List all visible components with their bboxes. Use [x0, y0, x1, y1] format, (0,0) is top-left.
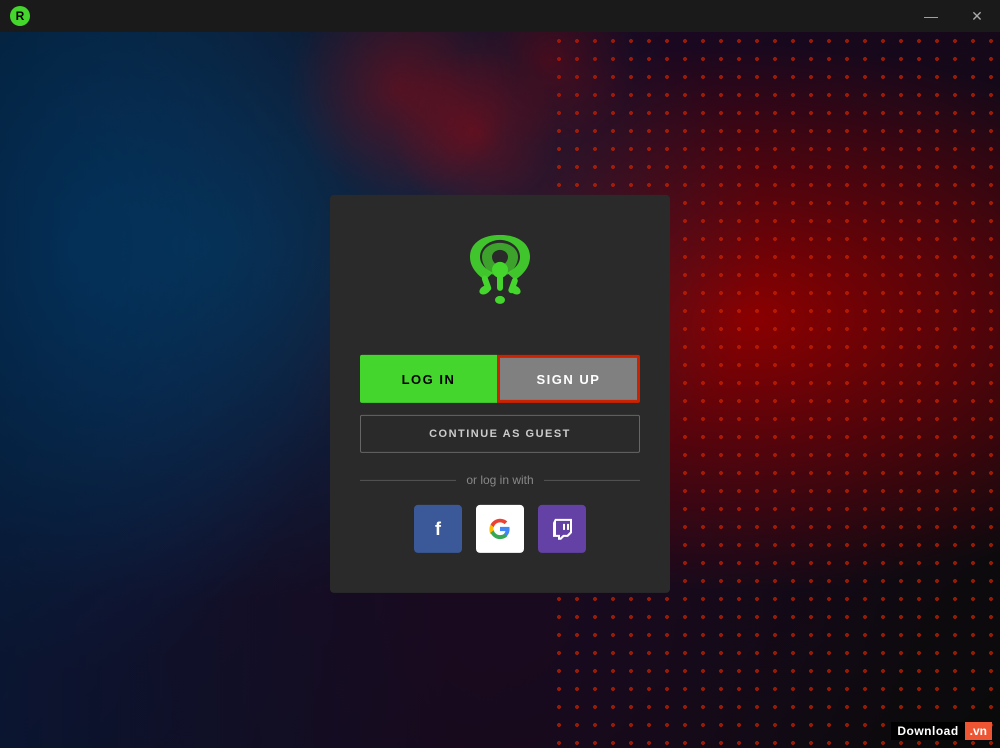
- watermark-dot: .vn: [965, 722, 992, 740]
- facebook-login-button[interactable]: f: [414, 505, 462, 553]
- divider-line-left: [360, 479, 456, 480]
- razer-snake-icon: [465, 235, 535, 315]
- razer-snake-logo: [460, 235, 540, 315]
- close-button[interactable]: ✕: [954, 0, 1000, 32]
- social-login-row: f: [414, 505, 586, 553]
- svg-text:f: f: [435, 519, 442, 539]
- titlebar-controls: — ✕: [908, 0, 1000, 32]
- divider-text: or log in with: [466, 473, 533, 487]
- auth-buttons-row: LOG IN SIGN UP: [360, 355, 640, 403]
- titlebar-logo: R: [4, 0, 36, 32]
- google-login-button[interactable]: [476, 505, 524, 553]
- social-divider: or log in with: [360, 473, 640, 487]
- razer-logo-icon: R: [9, 5, 31, 27]
- minimize-button[interactable]: —: [908, 0, 954, 32]
- svg-text:R: R: [16, 9, 25, 23]
- google-icon: [489, 518, 511, 540]
- guest-button[interactable]: CONTINUE AS GUEST: [360, 415, 640, 453]
- twitch-icon: [551, 518, 573, 540]
- divider-line-right: [544, 479, 640, 480]
- login-modal: LOG IN SIGN UP CONTINUE AS GUEST or log …: [330, 195, 670, 593]
- signup-button[interactable]: SIGN UP: [497, 355, 640, 403]
- titlebar: R — ✕: [0, 0, 1000, 32]
- watermark: Download .vn: [891, 722, 992, 740]
- watermark-text: Download: [891, 722, 964, 740]
- login-button[interactable]: LOG IN: [360, 355, 497, 403]
- facebook-icon: f: [427, 518, 449, 540]
- twitch-login-button[interactable]: [538, 505, 586, 553]
